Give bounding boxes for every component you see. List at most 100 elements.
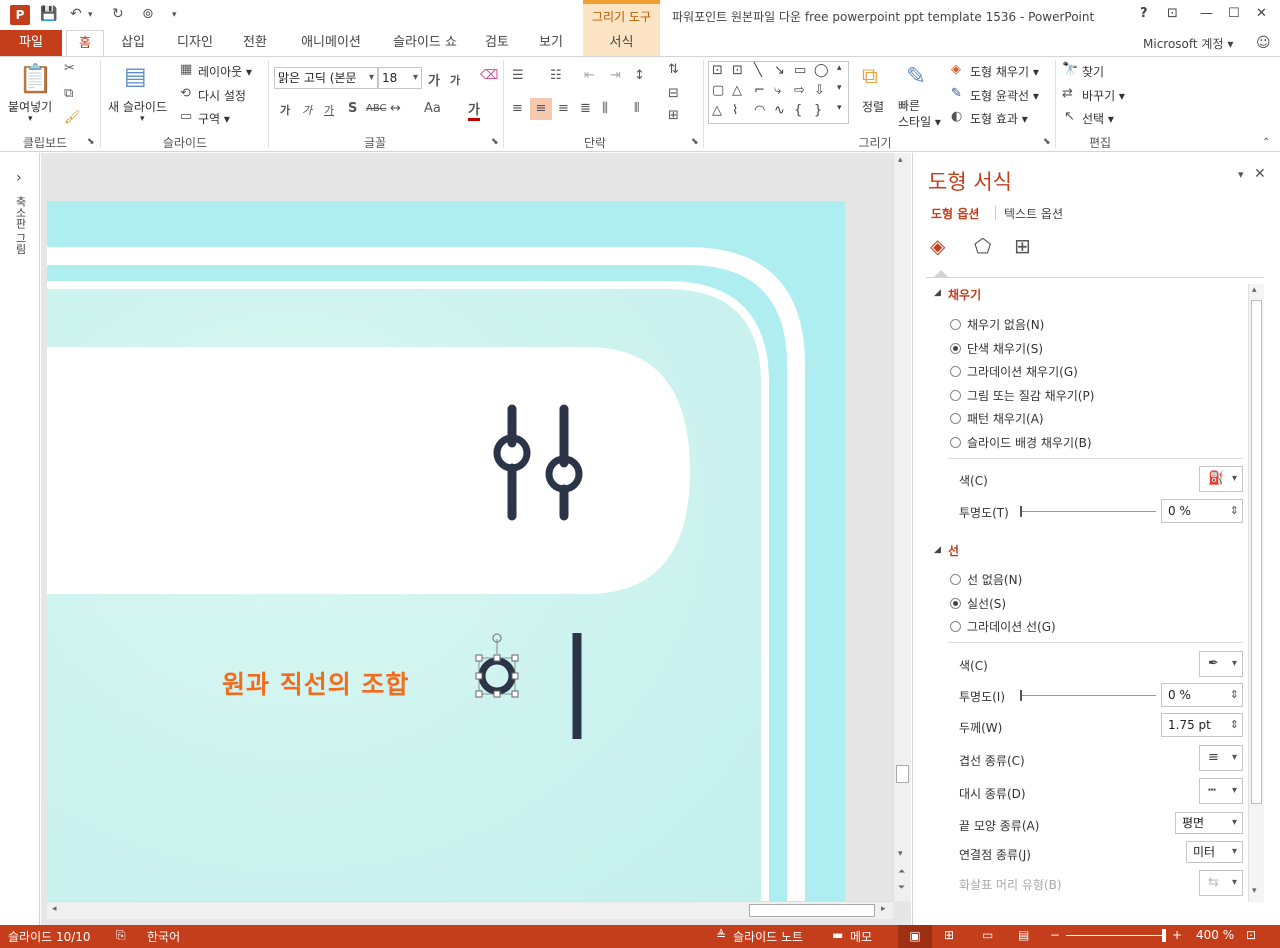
customize-quick-access-icon[interactable]: ▾: [172, 10, 177, 20]
normal-view-icon[interactable]: ▣: [898, 925, 932, 948]
decrease-indent-icon[interactable]: ⇤: [584, 68, 595, 83]
fill-radio-4[interactable]: [950, 413, 961, 425]
arrow-line-shape-icon[interactable]: ↘: [774, 63, 785, 78]
paste-dropdown-icon[interactable]: ▾: [28, 114, 33, 124]
down-arrow-shape-icon[interactable]: ⇩: [814, 83, 825, 98]
shape-fill-button[interactable]: 도형 채우기 ▾: [970, 63, 1039, 80]
fill-radio-3[interactable]: [950, 389, 961, 401]
slide-caption[interactable]: 원과 직선의 조합: [222, 665, 409, 701]
drawing-launcher-icon[interactable]: ⬊: [1043, 137, 1051, 147]
clear-formatting-icon[interactable]: ⌫: [480, 68, 498, 83]
line-radio-0[interactable]: [950, 574, 961, 585]
comments-icon[interactable]: ▬: [832, 928, 843, 942]
shadow-icon[interactable]: S: [348, 101, 357, 116]
reset-icon[interactable]: ⟲: [180, 86, 191, 101]
collapse-line-icon[interactable]: ◢: [934, 545, 941, 555]
line-section-header[interactable]: 선: [948, 542, 959, 559]
zoom-slider[interactable]: [1066, 935, 1166, 936]
dash-type-picker[interactable]: ┅: [1199, 778, 1243, 804]
zoom-out-icon[interactable]: −: [1050, 928, 1060, 942]
tab-transitions[interactable]: 전환: [234, 30, 276, 56]
fill-line-icon[interactable]: ◈: [930, 234, 945, 258]
bold-icon[interactable]: 가: [280, 102, 290, 118]
zoom-slider-thumb[interactable]: [1162, 929, 1166, 942]
start-from-beginning-icon[interactable]: ⊚: [142, 6, 154, 22]
section-button[interactable]: 구역 ▾: [198, 110, 230, 127]
increase-indent-icon[interactable]: ⇥: [610, 68, 621, 83]
fill-option-3[interactable]: 그림 또는 질감 채우기(P): [950, 387, 1094, 404]
zoom-level[interactable]: 400 %: [1196, 928, 1234, 942]
layout-button[interactable]: 레이아웃 ▾: [198, 63, 252, 80]
fill-option-0[interactable]: 채우기 없음(N): [950, 316, 1044, 333]
shapes-gallery[interactable]: ⊡ ⊡ ╲ ↘ ▭ ◯ ▢ △ ⌐ ⤷ ⇨ ⇩ △ ⌇ ◠ ∿ { } ▴ ▾ …: [708, 61, 849, 124]
reset-button[interactable]: 다시 설정: [198, 87, 246, 104]
join-type-dropdown[interactable]: 미터: [1186, 841, 1243, 863]
pentagon-shape-icon[interactable]: △: [712, 103, 722, 118]
fill-option-1[interactable]: 단색 채우기(S): [950, 340, 1043, 357]
strikethrough-icon[interactable]: ABC: [366, 103, 387, 114]
bullets-icon[interactable]: ☰: [512, 68, 524, 83]
slideshow-view-icon[interactable]: ▤: [1018, 928, 1029, 942]
fit-slide-icon[interactable]: ⊡: [1246, 928, 1256, 942]
increase-font-icon[interactable]: 가: [428, 70, 440, 89]
tab-home[interactable]: 홈: [66, 30, 104, 56]
pane-options-icon[interactable]: ▾: [1238, 168, 1244, 181]
pane-scroll-down-icon[interactable]: ▾: [1252, 886, 1257, 896]
align-right-icon[interactable]: ≡: [558, 101, 569, 116]
next-slide-icon[interactable]: ⏷: [898, 883, 905, 893]
line-option-1[interactable]: 실선(S): [950, 595, 1006, 612]
cut-icon[interactable]: ✂: [64, 61, 75, 76]
find-button[interactable]: 찾기: [1082, 63, 1104, 80]
save-icon[interactable]: 💾: [40, 6, 57, 22]
align-left-icon[interactable]: ≡: [512, 101, 523, 116]
help-button[interactable]: ?: [1140, 6, 1148, 21]
close-button[interactable]: ✕: [1256, 6, 1267, 21]
triangle-shape-icon[interactable]: △: [732, 83, 742, 98]
select-button[interactable]: 선택 ▾: [1082, 110, 1114, 127]
gallery-scroll-up-icon[interactable]: ▴: [837, 63, 842, 73]
paragraph-launcher-icon[interactable]: ⬊: [691, 137, 699, 147]
notes-button[interactable]: 슬라이드 노트: [733, 928, 803, 945]
quick-styles-button[interactable]: 빠른 스타일 ▾: [898, 98, 941, 130]
freeform-shape-icon[interactable]: ⌇: [732, 103, 738, 118]
new-slide-icon[interactable]: ▤: [124, 62, 147, 90]
copy-icon[interactable]: ⧉: [64, 86, 73, 101]
ribbon-display-options-icon[interactable]: ⊡: [1167, 6, 1178, 21]
maximize-button[interactable]: ☐: [1228, 6, 1240, 21]
redo-icon[interactable]: ↻: [112, 6, 124, 22]
fill-radio-1[interactable]: [950, 342, 961, 354]
clipboard-launcher-icon[interactable]: ⬊: [87, 137, 95, 147]
align-text-icon[interactable]: ⊟: [668, 86, 679, 101]
fill-transparency-input[interactable]: 0 %: [1161, 499, 1243, 523]
arrow-begin-type-picker[interactable]: ⇆: [1199, 870, 1243, 896]
tab-design[interactable]: 디자인: [168, 30, 222, 56]
collapse-fill-icon[interactable]: ◢: [934, 288, 941, 298]
new-slide-button[interactable]: 새 슬라이드: [108, 98, 167, 115]
distribute-icon[interactable]: ⫼: [602, 101, 608, 116]
shape-effects-icon[interactable]: ◐: [951, 109, 962, 124]
fill-radio-0[interactable]: [950, 319, 961, 330]
tab-animations[interactable]: 애니메이션: [290, 30, 372, 56]
text-direction-icon[interactable]: ⇅: [668, 62, 679, 77]
shape-fill-icon[interactable]: ◈: [951, 62, 961, 77]
tab-slideshow[interactable]: 슬라이드 쇼: [382, 30, 468, 56]
rectangle-shape-icon[interactable]: ▭: [794, 63, 806, 78]
fill-radio-5[interactable]: [950, 437, 961, 448]
paste-button[interactable]: 붙여넣기: [8, 98, 52, 115]
vertical-text-box-shape-icon[interactable]: ⊡: [732, 63, 743, 78]
expand-thumbnails-icon[interactable]: ›: [16, 170, 22, 186]
line-spacing-icon[interactable]: ↕: [634, 68, 645, 83]
line-option-0[interactable]: 선 없음(N): [950, 571, 1022, 588]
right-brace-shape-icon[interactable]: }: [814, 103, 822, 118]
replace-button[interactable]: 바꾸기 ▾: [1082, 87, 1125, 104]
close-pane-icon[interactable]: ✕: [1254, 166, 1266, 182]
notes-icon[interactable]: ≜: [716, 928, 726, 942]
minimize-button[interactable]: —: [1200, 6, 1213, 21]
format-painter-icon[interactable]: 🖌: [64, 110, 81, 125]
underline-icon[interactable]: 가: [324, 102, 334, 118]
compound-type-picker[interactable]: ≡: [1199, 745, 1243, 771]
elbow-connector-shape-icon[interactable]: ⌐: [754, 83, 765, 98]
reading-view-icon[interactable]: ▭: [982, 928, 993, 942]
line-radio-2[interactable]: [950, 621, 961, 633]
arrange-icon[interactable]: ⧉: [862, 64, 878, 89]
